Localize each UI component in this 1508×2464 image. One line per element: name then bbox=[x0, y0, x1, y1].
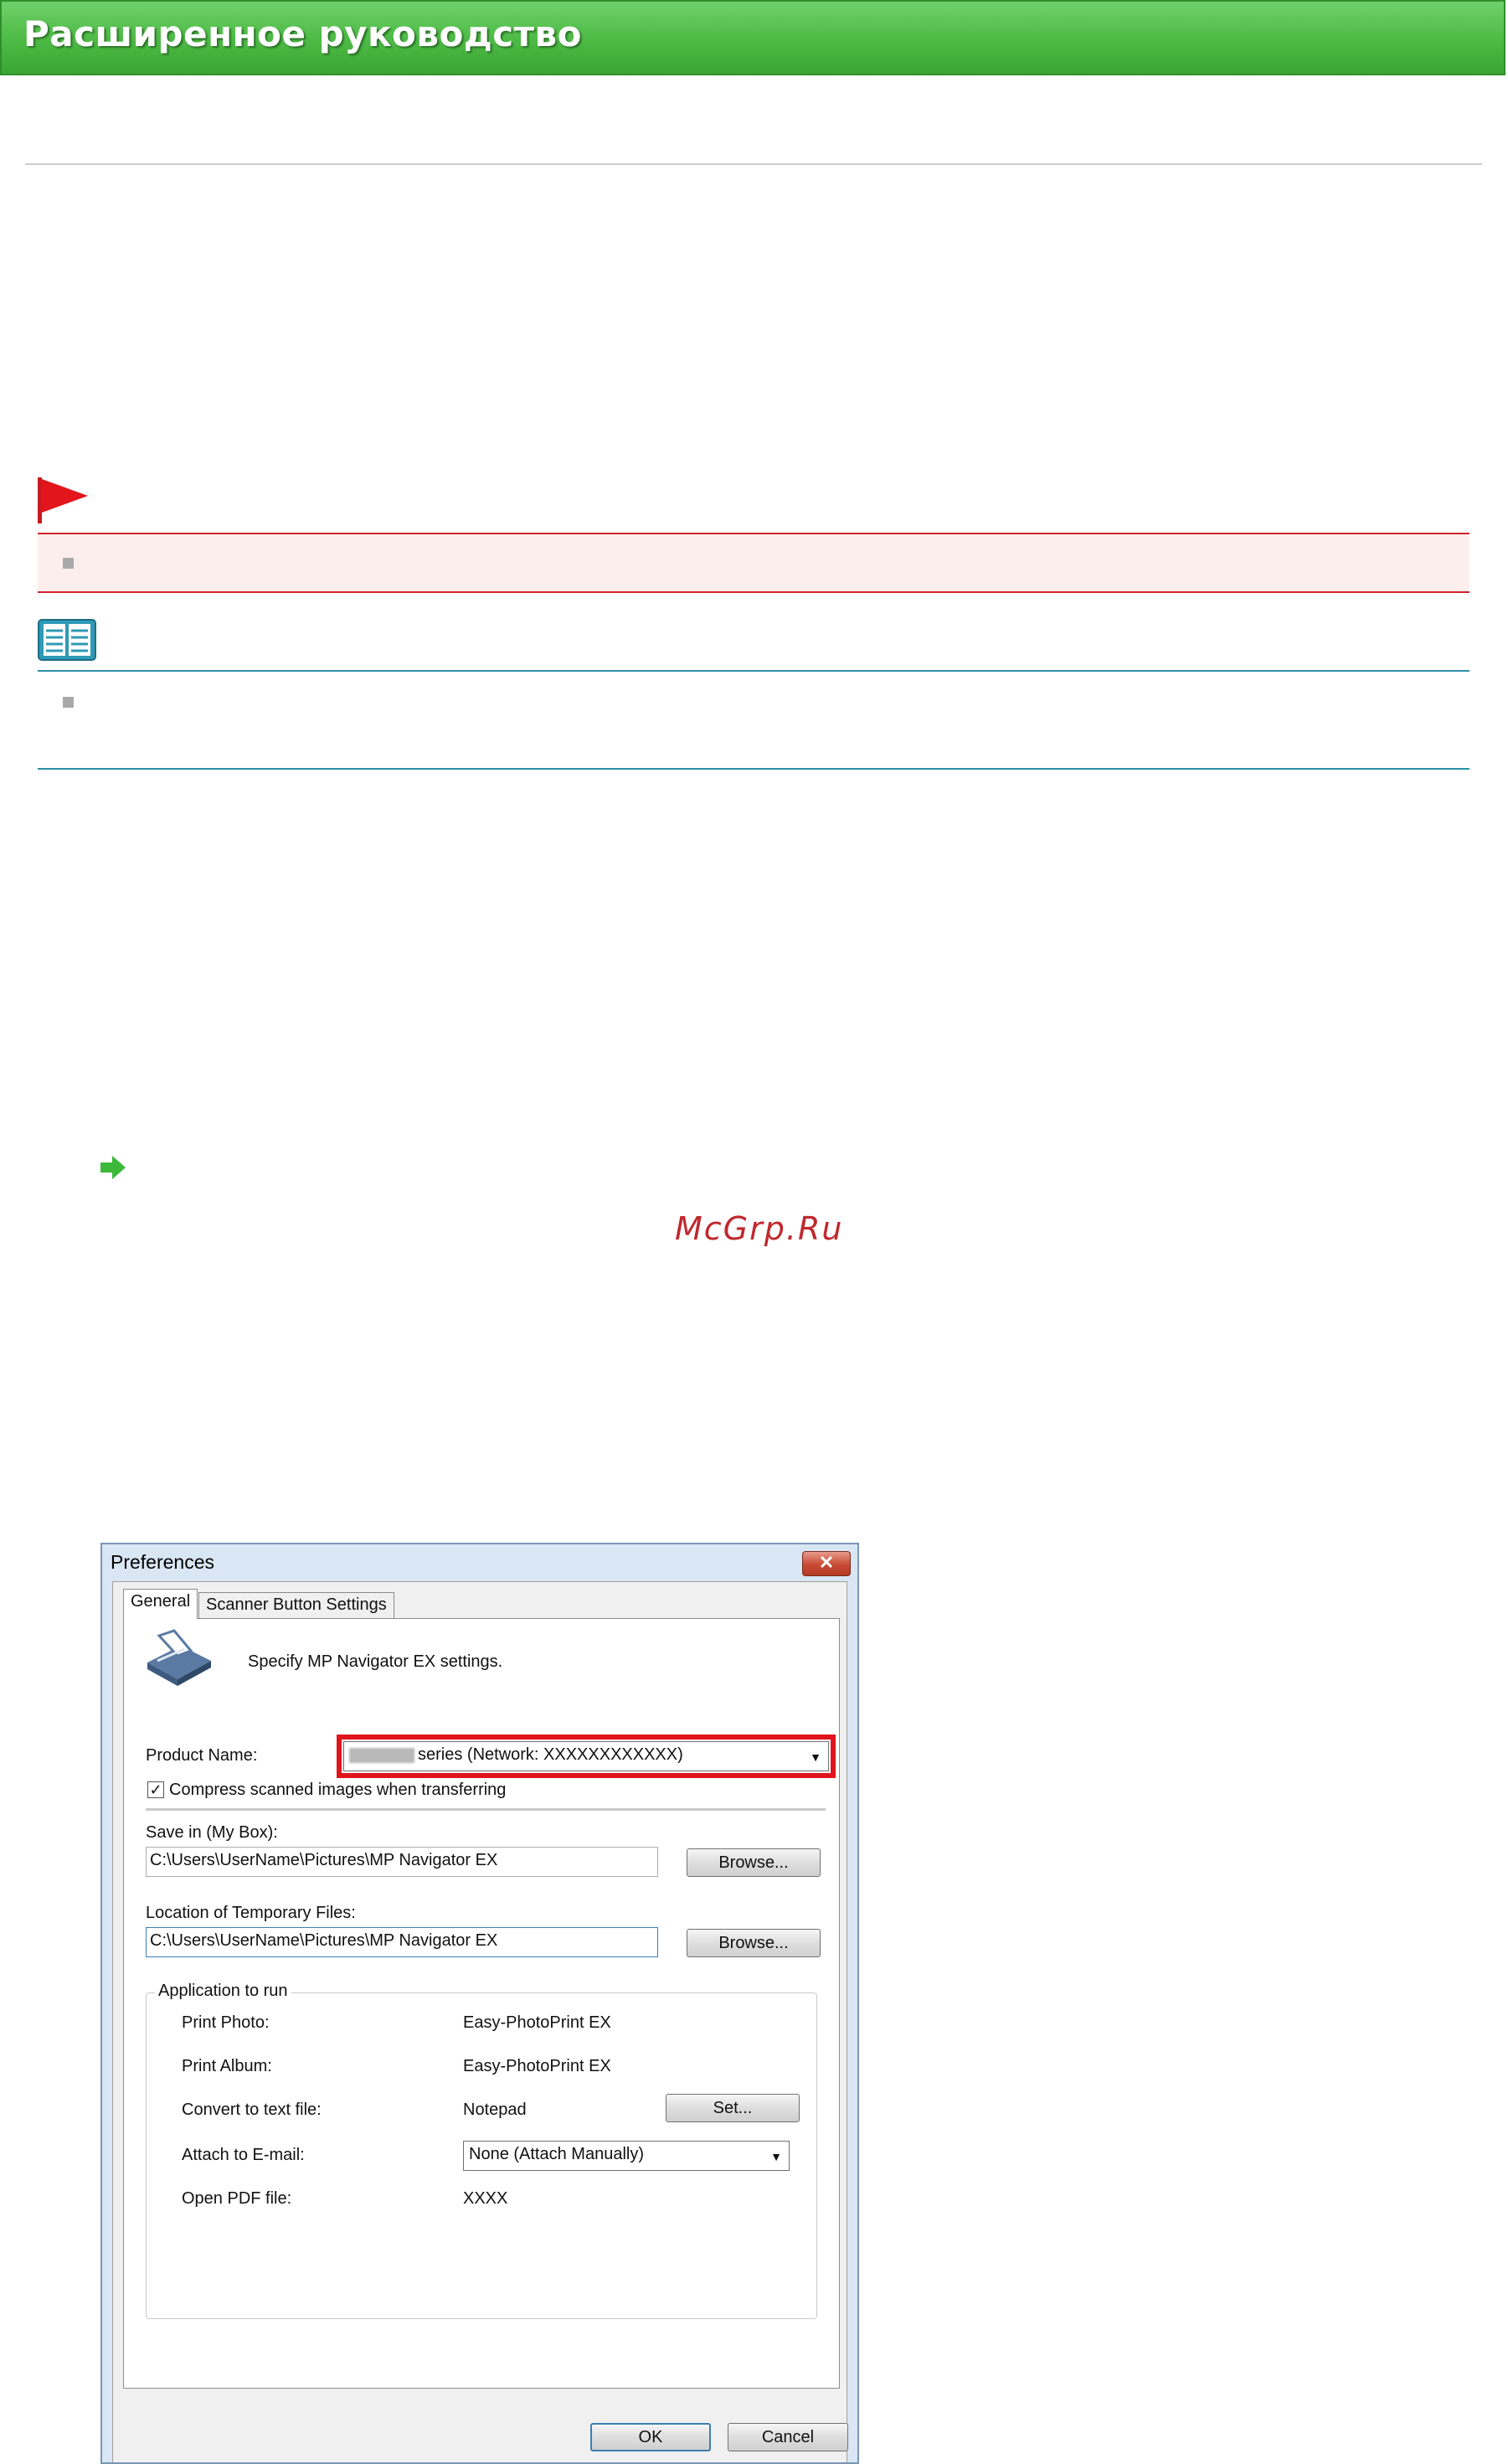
close-icon[interactable]: ✕ bbox=[802, 1551, 851, 1576]
dialog-body: General Scanner Button Settings Specify … bbox=[112, 1581, 848, 2462]
print-photo-value: Easy-PhotoPrint EX bbox=[463, 2013, 611, 2032]
dialog-title: Preferences bbox=[111, 1551, 215, 1573]
ok-button[interactable]: OK bbox=[590, 2423, 711, 2451]
dialog-description: Specify MP Navigator EX settings. bbox=[248, 1652, 503, 1671]
caution-box bbox=[38, 533, 1469, 593]
header-title: Расширенное руководство bbox=[23, 13, 582, 54]
header-divider bbox=[25, 163, 1482, 165]
open-pdf-label: Open PDF file: bbox=[182, 2189, 292, 2208]
chevron-down-icon: ▼ bbox=[770, 2150, 782, 2163]
convert-text-value: Notepad bbox=[463, 2101, 527, 2119]
section-separator bbox=[146, 1808, 826, 1811]
scanner-icon bbox=[147, 1629, 211, 1686]
general-panel: Specify MP Navigator EX settings. Produc… bbox=[123, 1618, 840, 2389]
application-group-label: Application to run bbox=[155, 1982, 291, 2001]
open-pdf-value: XXXX bbox=[463, 2189, 508, 2208]
attach-email-label: Attach to E-mail: bbox=[182, 2146, 305, 2164]
note-divider-bottom bbox=[38, 768, 1469, 770]
note-bullet bbox=[63, 697, 74, 708]
save-in-field[interactable]: C:\Users\UserName\Pictures\MP Navigator … bbox=[146, 1847, 658, 1877]
tab-scanner-button-settings[interactable]: Scanner Button Settings bbox=[198, 1592, 394, 1619]
caution-flag-icon bbox=[38, 477, 88, 523]
temp-files-label: Location of Temporary Files: bbox=[146, 1904, 356, 1922]
print-album-label: Print Album: bbox=[182, 2057, 272, 2075]
print-album-value: Easy-PhotoPrint EX bbox=[463, 2057, 611, 2075]
temp-files-field[interactable]: C:\Users\UserName\Pictures\MP Navigator … bbox=[146, 1927, 658, 1957]
tab-general[interactable]: General bbox=[123, 1589, 198, 1619]
save-in-label: Save in (My Box): bbox=[146, 1823, 278, 1842]
compress-checkbox[interactable]: ✓ bbox=[147, 1781, 164, 1798]
print-photo-label: Print Photo: bbox=[182, 2013, 270, 2032]
attach-email-select[interactable]: None (Attach Manually) ▼ bbox=[463, 2141, 790, 2171]
watermark: McGrp.Ru bbox=[675, 1210, 844, 1247]
cancel-button[interactable]: Cancel bbox=[728, 2423, 848, 2451]
note-divider-top bbox=[38, 670, 1469, 672]
convert-text-label: Convert to text file: bbox=[182, 2101, 322, 2119]
attach-email-value: None (Attach Manually) bbox=[469, 2145, 644, 2163]
temp-files-browse-button[interactable]: Browse... bbox=[687, 1929, 821, 1957]
set-button[interactable]: Set... bbox=[666, 2094, 800, 2122]
highlight-frame bbox=[337, 1735, 836, 1778]
save-in-browse-button[interactable]: Browse... bbox=[687, 1848, 821, 1877]
note-book-icon bbox=[38, 619, 96, 661]
compress-checkbox-label: Compress scanned images when transferrin… bbox=[169, 1781, 507, 1799]
preferences-dialog: Preferences ✕ General Scanner Button Set… bbox=[100, 1543, 859, 2464]
caution-bullet bbox=[63, 558, 74, 569]
page-header-banner: Расширенное руководство bbox=[0, 0, 1505, 75]
link-arrow-icon[interactable] bbox=[99, 1153, 127, 1182]
product-name-label: Product Name: bbox=[146, 1746, 258, 1765]
application-group: Application to run Print Photo: Easy-Pho… bbox=[146, 1982, 817, 2319]
